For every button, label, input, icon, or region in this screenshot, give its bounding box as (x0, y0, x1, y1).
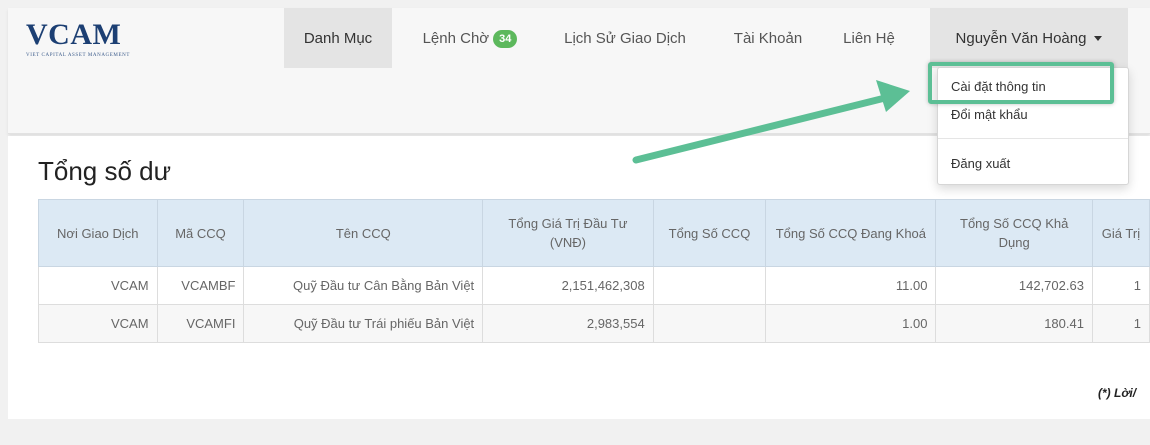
annotation-highlight-box (928, 62, 1114, 104)
